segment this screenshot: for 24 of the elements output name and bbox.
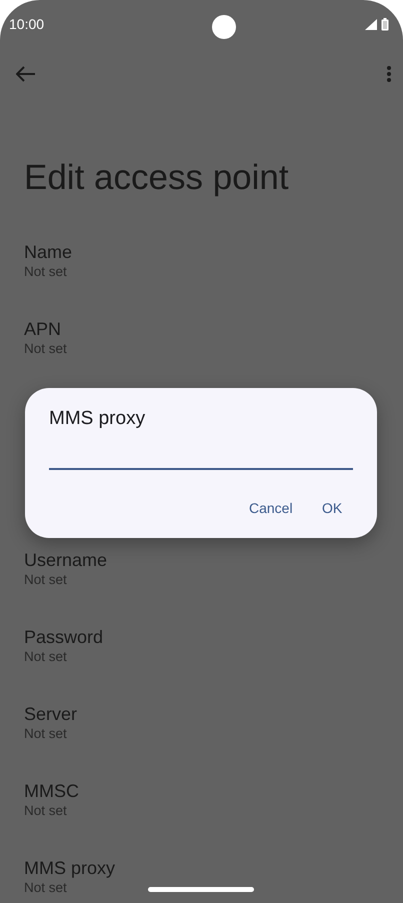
dialog-button[interactable]: OK: [316, 496, 348, 520]
battery-icon: [380, 18, 389, 30]
setting-value: Not set: [24, 648, 67, 666]
setting-value: Not set: [24, 263, 67, 281]
setting-label[interactable]: APN: [24, 318, 62, 340]
setting-label[interactable]: MMS proxy: [24, 857, 116, 879]
setting-value: Not set: [24, 802, 67, 820]
setting-value: Not set: [24, 571, 67, 589]
setting-label[interactable]: Username: [24, 549, 108, 571]
setting-label[interactable]: Password: [24, 626, 104, 648]
more-icon[interactable]: [387, 66, 391, 82]
setting-value: Not set: [24, 340, 67, 358]
camera-cutout: [212, 15, 236, 39]
page-title: Edit access point: [24, 157, 290, 199]
setting-value: Not set: [24, 879, 67, 897]
dialog-button[interactable]: Cancel: [243, 496, 299, 520]
signal-icon: [364, 18, 377, 30]
setting-label[interactable]: MMSC: [24, 780, 79, 802]
setting-value: Not set: [24, 725, 67, 743]
setting-label[interactable]: Name: [24, 241, 72, 263]
status-time: 10:00: [9, 16, 44, 32]
dialog-title: MMS proxy: [49, 408, 146, 430]
setting-label[interactable]: Server: [24, 703, 78, 725]
back-icon[interactable]: [16, 66, 36, 82]
